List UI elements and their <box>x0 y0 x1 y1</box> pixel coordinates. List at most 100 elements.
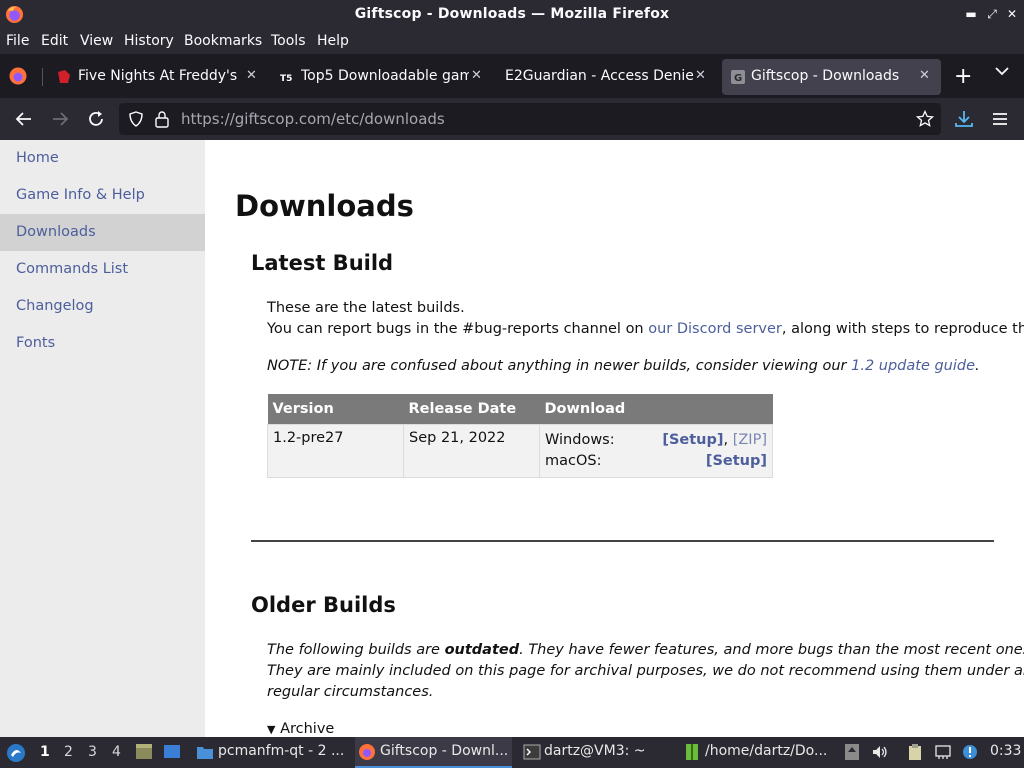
sidebar-item-fonts[interactable]: Fonts <box>0 325 205 362</box>
table-row: 1.2-pre27 Sep 21, 2022 Windows: [Setup],… <box>267 423 773 478</box>
tab-top5[interactable]: T5 Top5 Downloadable game ✕ <box>279 59 489 95</box>
minimize-icon[interactable]: ▬ <box>963 6 979 22</box>
menu-bar: File Edit View History Bookmarks Tools H… <box>0 30 1024 54</box>
sidebar-item-changelog[interactable]: Changelog <box>0 288 205 325</box>
menu-edit[interactable]: Edit <box>41 33 68 49</box>
bug-report-text: You can report bugs in the #bug-reports … <box>267 321 1024 337</box>
firefox-view-icon[interactable] <box>8 66 28 86</box>
download-cell: Windows: [Setup], [ZIP] macOS: [Setup] <box>539 423 773 478</box>
close-tab-icon[interactable]: ✕ <box>919 68 930 83</box>
new-tab-button[interactable]: + <box>954 64 972 89</box>
menu-help[interactable]: Help <box>317 33 349 49</box>
site-sidebar: Home Game Info & Help Downloads Commands… <box>0 140 205 737</box>
latest-build-heading: Latest Build <box>251 251 394 275</box>
older-warning-line3: regular circumstances. <box>267 684 434 700</box>
downloads-table: Version Release Date Download 1.2-pre27 … <box>267 394 773 478</box>
workspace-4[interactable]: 4 <box>112 744 121 760</box>
menu-bookmarks[interactable]: Bookmarks <box>184 33 262 49</box>
close-tab-icon[interactable]: ✕ <box>246 68 257 83</box>
disclosure-triangle-icon: ▼ <box>267 723 276 736</box>
volume-icon[interactable] <box>871 743 889 761</box>
workspace-3[interactable]: 3 <box>88 744 97 760</box>
bookmark-star-icon[interactable] <box>916 110 934 128</box>
windows-setup-link[interactable]: [Setup] <box>662 432 723 448</box>
reload-icon[interactable] <box>85 108 107 130</box>
tracking-protection-shield-icon[interactable] <box>128 111 144 127</box>
section-divider <box>251 540 994 542</box>
macos-setup-link[interactable]: [Setup] <box>706 451 767 472</box>
url-text[interactable]: https://giftscop.com/etc/downloads <box>181 110 445 128</box>
task-terminal[interactable]: dartz@VM3: ~ <box>520 737 670 768</box>
tab-giftscop[interactable]: G Giftscop - Downloads ✕ <box>722 59 941 95</box>
t5-favicon-icon: T5 <box>279 71 295 84</box>
tab-fnaf[interactable]: Five Nights At Freddy's Fr ✕ <box>56 59 262 95</box>
main-article: Downloads Latest Build These are the lat… <box>205 140 1024 737</box>
tab-label: Giftscop - Downloads <box>751 68 900 84</box>
file-manager-launcher-icon[interactable] <box>135 743 153 761</box>
workspace-2[interactable]: 2 <box>64 744 73 760</box>
tab-label: Top5 Downloadable game <box>301 68 469 84</box>
page-content: Home Game Info & Help Downloads Commands… <box>0 140 1024 737</box>
menu-history[interactable]: History <box>124 33 174 49</box>
menu-view[interactable]: View <box>80 33 113 49</box>
network-icon[interactable] <box>934 743 952 761</box>
tab-strip: Five Nights At Freddy's Fr ✕ T5 Top5 Dow… <box>0 54 1024 98</box>
sidebar-item-game-info[interactable]: Game Info & Help <box>0 177 205 214</box>
forward-icon[interactable] <box>49 108 71 130</box>
notification-icon[interactable] <box>961 743 979 761</box>
windows-label: Windows: <box>545 431 615 448</box>
start-menu-icon[interactable] <box>6 743 26 763</box>
desktop-icon[interactable] <box>163 743 181 761</box>
release-date-cell: Sep 21, 2022 <box>403 423 540 478</box>
update-note: NOTE: If you are confused about anything… <box>267 358 980 374</box>
task-firefox[interactable]: Giftscop - Downl... <box>355 737 512 768</box>
folder-icon <box>197 747 213 759</box>
svg-text:T5: T5 <box>280 74 292 84</box>
firefox-icon <box>359 744 375 760</box>
restore-icon[interactable]: ⤢ <box>984 6 1000 22</box>
older-warning-line1: The following builds are outdated. They … <box>267 642 1024 658</box>
page-title: Downloads <box>235 189 414 223</box>
older-warning-line2: They are mainly included on this page fo… <box>267 663 1024 679</box>
archive-toggle[interactable]: ▼ Archive <box>267 721 334 737</box>
archive-manager-icon <box>686 744 698 760</box>
tray-upload-icon[interactable] <box>843 743 861 761</box>
url-bar[interactable]: https://giftscop.com/etc/downloads <box>119 103 941 135</box>
app-menu-hamburger-icon[interactable] <box>989 108 1011 130</box>
close-window-icon[interactable]: ✕ <box>1004 6 1020 22</box>
tab-e2guardian[interactable]: E2Guardian - Access Denied ✕ <box>483 59 711 95</box>
lock-icon[interactable] <box>154 110 170 128</box>
sidebar-item-commands[interactable]: Commands List <box>0 251 205 288</box>
fnaf-favicon-icon <box>58 70 70 83</box>
workspace-1[interactable]: 1 <box>40 744 50 760</box>
update-guide-link[interactable]: 1.2 update guide <box>851 358 975 374</box>
close-tab-icon[interactable]: ✕ <box>471 68 482 83</box>
task-home-folder[interactable]: /home/dartz/Do... <box>680 737 835 768</box>
column-header-release-date: Release Date <box>403 394 540 424</box>
taskbar: 1 2 3 4 pcmanfm-qt - 2 ... Giftscop - Do… <box>0 737 1024 768</box>
window-title: Giftscop - Downloads — Mozilla Firefox <box>354 6 670 22</box>
giftscop-favicon-icon: G <box>731 70 745 84</box>
task-pcmanfm[interactable]: pcmanfm-qt - 2 ... <box>192 737 344 768</box>
clipboard-icon[interactable] <box>906 743 924 761</box>
window-titlebar: Giftscop - Downloads — Mozilla Firefox ▬… <box>0 0 1024 30</box>
back-icon[interactable] <box>13 108 35 130</box>
latest-intro: These are the latest builds. <box>267 300 465 316</box>
menu-tools[interactable]: Tools <box>271 33 306 49</box>
svg-text:G: G <box>734 73 742 84</box>
list-all-tabs-icon[interactable] <box>995 66 1009 76</box>
tab-label: Five Nights At Freddy's Fr <box>78 68 242 84</box>
discord-link[interactable]: our Discord server <box>648 321 782 337</box>
terminal-icon <box>523 744 541 760</box>
close-tab-icon[interactable]: ✕ <box>695 68 706 83</box>
sidebar-item-home[interactable]: Home <box>0 140 205 177</box>
version-cell: 1.2-pre27 <box>267 423 404 478</box>
downloads-icon[interactable] <box>953 108 975 130</box>
tab-label: E2Guardian - Access Denied <box>505 68 693 84</box>
clock[interactable]: 0:33 <box>990 743 1021 759</box>
sidebar-item-downloads[interactable]: Downloads <box>0 214 205 251</box>
windows-zip-link[interactable]: [ZIP] <box>733 432 767 448</box>
older-builds-heading: Older Builds <box>251 593 396 617</box>
menu-file[interactable]: File <box>6 33 29 49</box>
macos-label: macOS: <box>545 452 602 469</box>
